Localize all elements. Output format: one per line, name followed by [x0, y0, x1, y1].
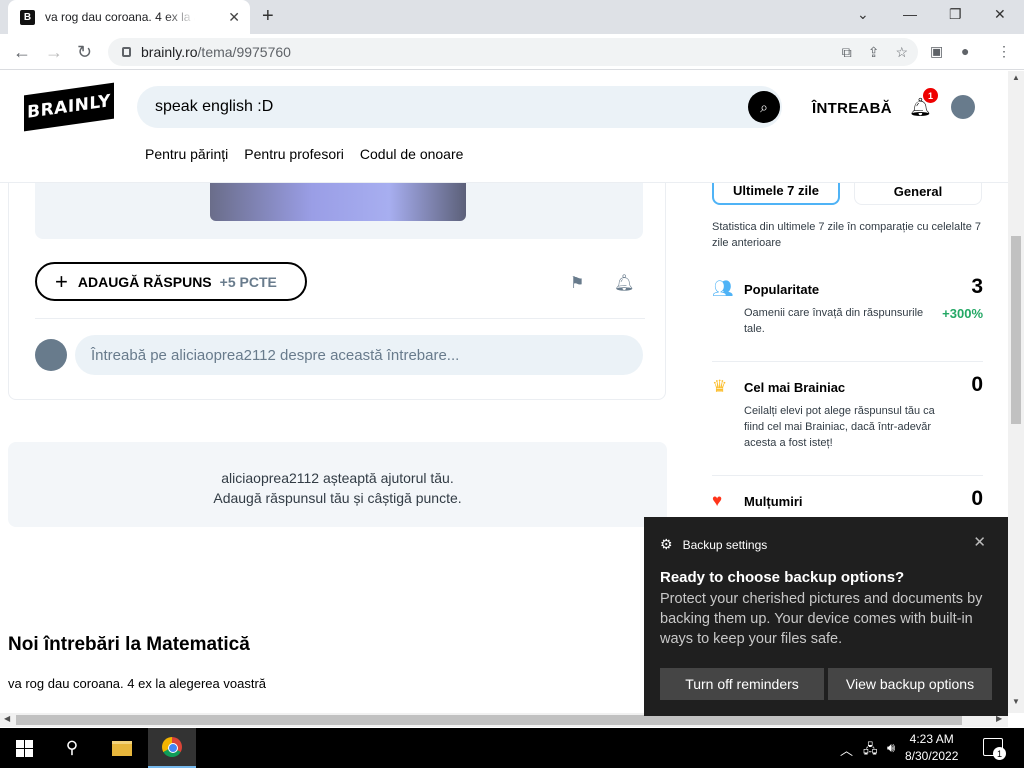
answer-points: +5 PCTE: [219, 273, 277, 290]
question-card: + ADAUGĂ RĂSPUNS +5 PCTE ⚑ 🔔︎ Întreabă p…: [8, 183, 666, 400]
turn-off-reminders-button[interactable]: Turn off reminders: [660, 668, 824, 700]
stat-title: Cel mai Brainiac: [744, 380, 846, 395]
reload-icon[interactable]: ↻: [77, 42, 92, 63]
add-answer-label: ADAUGĂ RĂSPUNS: [77, 273, 212, 290]
stat-value: 0: [971, 487, 983, 510]
scroll-up-arrow-icon[interactable]: ▲: [1012, 73, 1020, 82]
system-clock[interactable]: 4:23 AM 8/30/2022: [905, 731, 958, 765]
browser-tab-strip: B va rog dau coroana. 4 ex la alegere ✕ …: [0, 0, 1024, 34]
bookmark-star-icon[interactable]: ☆: [895, 44, 908, 61]
toast-app-name: Backup settings: [682, 537, 768, 552]
back-arrow-icon[interactable]: ←: [13, 42, 31, 63]
gear-icon: ⚙: [660, 536, 673, 552]
forward-arrow-icon[interactable]: →: [45, 42, 63, 63]
view-backup-options-button[interactable]: View backup options: [828, 668, 992, 700]
clock-time: 4:23 AM: [909, 732, 954, 746]
heart-icon: ♥: [712, 491, 723, 510]
attachment-image[interactable]: [210, 183, 466, 221]
new-tab-plus-icon[interactable]: +: [262, 5, 274, 28]
share-icon[interactable]: ⇪: [868, 44, 880, 61]
plus-icon: +: [55, 268, 68, 294]
backup-notification-toast: ⚙ Backup settings ✕ Ready to choose back…: [644, 517, 1008, 716]
brainly-logo[interactable]: BRAINLY: [24, 82, 114, 132]
notification-badge: 1: [923, 88, 938, 103]
network-icon[interactable]: 🖧︎: [863, 740, 878, 762]
vertical-scrollbar[interactable]: ▲ ▼: [1008, 71, 1024, 713]
chrome-menu-icon[interactable]: ⋮: [997, 43, 1011, 60]
divider: [712, 475, 983, 476]
address-bar[interactable]: brainly.ro/tema/9975760 ⧉ ⇪ ☆: [108, 38, 918, 66]
comment-avatar: [35, 339, 67, 371]
site-header: BRAINLY speak english :D ⌕ ÎNTREABĂ 🔔︎ 1…: [0, 71, 1008, 183]
toast-body: Protect your cherished pictures and docu…: [660, 591, 983, 647]
restore-icon[interactable]: ❐: [949, 6, 962, 23]
tab-last-7-days[interactable]: Ultimele 7 zile: [712, 183, 840, 205]
sub-navigation: Pentru părinți Pentru profesori Codul de…: [145, 146, 463, 162]
tab-title: va rog dau coroana. 4 ex la alegere: [45, 10, 195, 24]
nav-link-honor-code[interactable]: Codul de onoare: [360, 146, 464, 162]
search-icon[interactable]: ⌕: [748, 91, 780, 123]
side-panel-icon[interactable]: ▣: [930, 43, 943, 60]
user-avatar[interactable]: [951, 95, 975, 119]
ask-question-button[interactable]: ÎNTREABĂ: [812, 100, 892, 117]
clock-date: 8/30/2022: [905, 749, 959, 763]
toast-close-icon[interactable]: ✕: [973, 533, 986, 551]
show-hidden-icons-chevron-icon[interactable]: ︿: [840, 740, 853, 759]
divider: [35, 318, 645, 319]
horizontal-scroll-thumb[interactable]: [16, 715, 962, 725]
stat-title: Mulțumiri: [744, 494, 803, 509]
search-icon[interactable]: ⚲: [48, 728, 96, 768]
new-question-link[interactable]: va rog dau coroana. 4 ex la alegerea voa…: [8, 676, 266, 691]
new-questions-heading: Noi întrebări la Matematică: [8, 634, 250, 655]
windows-start-icon[interactable]: [0, 728, 48, 768]
follow-bell-icon[interactable]: 🔔︎: [614, 273, 634, 293]
comment-input[interactable]: Întreabă pe aliciaoprea2112 despre aceas…: [75, 335, 643, 375]
help-line-1: aliciaoprea2112 așteaptă ajutorul tău.: [221, 470, 454, 486]
tab-general[interactable]: General: [854, 183, 982, 205]
nav-link-parents[interactable]: Pentru părinți: [145, 146, 228, 162]
people-icon: 👥︎: [712, 279, 734, 298]
file-explorer-icon[interactable]: [98, 728, 146, 768]
attachment-container: [35, 183, 643, 239]
divider: [712, 361, 983, 362]
browser-toolbar: ← → ↻ brainly.ro/tema/9975760 ⧉ ⇪ ☆ ▣ ● …: [0, 34, 1024, 70]
tab-search-chevron-icon[interactable]: ⌄: [857, 6, 869, 23]
profile-icon[interactable]: ●: [961, 43, 969, 59]
stats-description: Statistica din ultimele 7 zile în compar…: [712, 221, 982, 249]
window-close-icon[interactable]: ✕: [994, 6, 1006, 23]
volume-icon[interactable]: 🔊︎: [887, 740, 895, 756]
stat-value: 0: [971, 373, 983, 396]
stat-title: Popularitate: [744, 282, 820, 297]
nav-link-teachers[interactable]: Pentru profesori: [244, 146, 344, 162]
toast-title: Ready to choose backup options?: [660, 569, 905, 586]
stat-delta: +300%: [942, 306, 983, 321]
search-input[interactable]: speak english :D ⌕: [137, 86, 782, 128]
search-value: speak english :D: [155, 98, 274, 115]
lock-icon: [122, 47, 131, 57]
chrome-taskbar-icon[interactable]: [148, 728, 196, 768]
vertical-scroll-thumb[interactable]: [1011, 236, 1021, 424]
browser-tab[interactable]: B va rog dau coroana. 4 ex la alegere ✕: [8, 0, 250, 34]
url-text: brainly.ro/tema/9975760: [141, 44, 291, 60]
minimize-icon[interactable]: —: [903, 6, 917, 22]
help-line-2: Adaugă răspunsul tău și câștigă puncte.: [213, 490, 462, 506]
stat-text: Ceilalți elevi pot alege răspunsul tău c…: [744, 405, 935, 449]
stat-text: Oamenii care învață din răspunsurile tal…: [744, 307, 924, 335]
report-flag-icon[interactable]: ⚑: [570, 273, 584, 293]
help-prompt-box: aliciaoprea2112 așteaptă ajutorul tău. A…: [8, 442, 667, 527]
toast-header: ⚙ Backup settings: [660, 536, 767, 553]
stat-value: 3: [971, 275, 983, 298]
scroll-down-arrow-icon[interactable]: ▼: [1012, 697, 1020, 706]
crown-icon: ♛: [712, 377, 728, 396]
translate-icon[interactable]: ⧉: [842, 44, 852, 61]
scroll-left-arrow-icon[interactable]: ◀: [4, 714, 10, 723]
action-center-count: 1: [993, 747, 1006, 760]
add-answer-button[interactable]: + ADAUGĂ RĂSPUNS +5 PCTE: [35, 262, 307, 301]
brainly-favicon-icon: B: [20, 9, 35, 25]
windows-taskbar: ⚲ ︿ 🖧︎ 🔊︎ 4:23 AM 8/30/2022 1: [0, 728, 1024, 768]
tab-close-icon[interactable]: ✕: [228, 9, 240, 26]
